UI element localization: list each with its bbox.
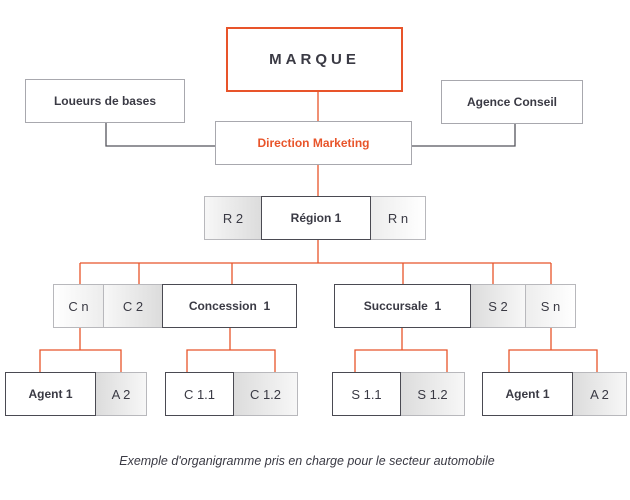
agent-2-left-box: A 2 [95,372,147,416]
region-2-box: R 2 [204,196,262,240]
direction-marketing-box: Direction Marketing [215,121,412,165]
concession-1-1-box: C 1.1 [165,372,234,416]
succursale-2-box: S 2 [470,284,526,328]
region-1-box: Région 1 [261,196,371,240]
connector-agence [412,124,516,147]
concession-1-2-box: C 1.2 [233,372,298,416]
caption: Exemple d'organigramme pris en charge po… [119,454,495,468]
concession-2-box: C 2 [103,284,163,328]
agent-1-right-box: Agent 1 [482,372,573,416]
concession-n-box: C n [53,284,104,328]
succursale-n-box: S n [525,284,576,328]
agent-1-left-box: Agent 1 [5,372,96,416]
concession-1-box: Concession 1 [162,284,297,328]
region-n-box: R n [370,196,426,240]
agence-box: Agence Conseil [441,80,583,124]
loueurs-box: Loueurs de bases [25,79,185,123]
succursale-1-1-box: S 1.1 [332,372,401,416]
succursale-1-2-box: S 1.2 [400,372,465,416]
org-chart: MARQUE Loueurs de bases Agence Conseil D… [0,0,630,500]
brand-box: MARQUE [226,27,403,92]
succursale-1-box: Succursale 1 [334,284,471,328]
connector-loueurs [105,123,215,147]
agent-2-right-box: A 2 [572,372,627,416]
